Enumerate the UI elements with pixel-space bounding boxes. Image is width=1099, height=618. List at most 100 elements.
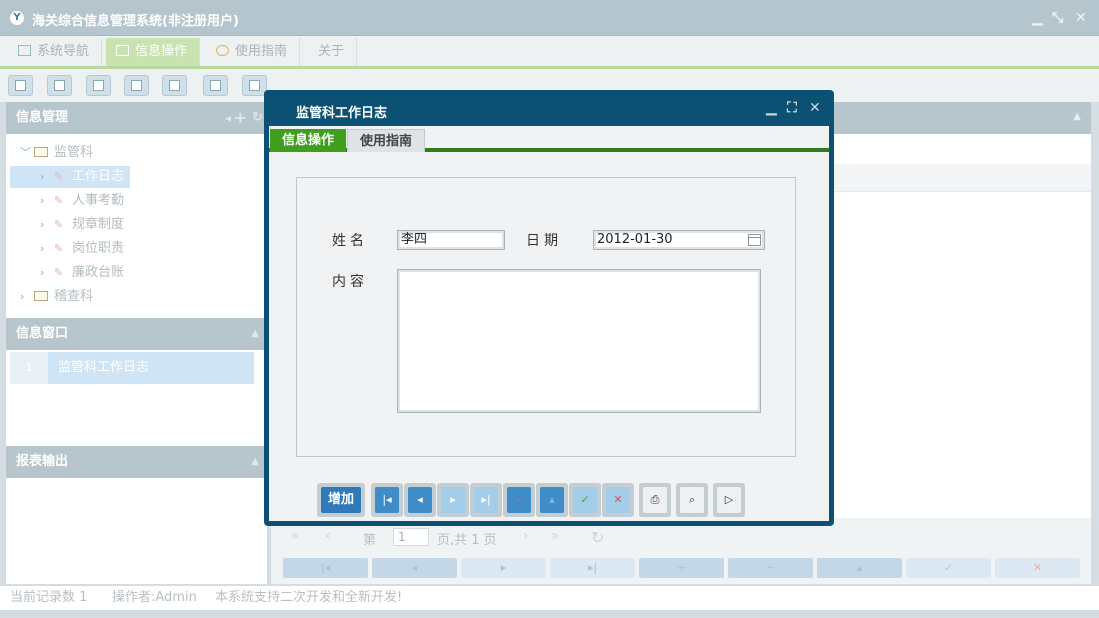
users-tool-button[interactable] (124, 75, 149, 96)
tree-node-label: 规章制度 (72, 217, 125, 232)
grid-cancel-button[interactable]: ✕ (995, 558, 1080, 578)
preview-button[interactable]: ⌕ (676, 483, 708, 517)
run-button[interactable]: ▷ (713, 483, 745, 517)
window-icon (169, 80, 180, 91)
tree-node-attendance[interactable]: › ✎ 人事考勤 (40, 190, 124, 212)
report-output-header[interactable]: 报表输出 ▲ (6, 446, 267, 478)
first-icon: |◂ (375, 487, 399, 513)
users-icon (131, 80, 142, 91)
first-record-button[interactable]: |◂ (371, 483, 403, 517)
minimize-icon[interactable]: ▁ (1032, 10, 1043, 26)
content-textarea[interactable] (397, 269, 761, 413)
page-number-input[interactable]: 1 (393, 528, 429, 546)
grid-first-button[interactable]: |◂ (283, 558, 368, 578)
document-icon (93, 80, 104, 91)
dialog-maximize-icon[interactable]: ⛶ (787, 100, 797, 116)
tab-user-guide[interactable]: 使用指南 (206, 38, 301, 66)
tab-label: 关于 (318, 44, 345, 59)
prev-icon: ◂ (408, 487, 432, 513)
printer-icon: ⎙ (643, 487, 667, 513)
first-page-icon[interactable]: « (291, 528, 300, 544)
list-tool-button[interactable] (47, 75, 72, 96)
dialog-tab-info-ops[interactable]: 信息操作 (270, 129, 347, 152)
wrench-icon: ✎ (54, 266, 64, 279)
grid-save-button[interactable]: ✓ (906, 558, 991, 578)
wrench-icon: ✎ (54, 170, 64, 183)
collapse-up-icon[interactable]: ▲ (251, 446, 259, 478)
restore-icon[interactable]: ⤡ (1052, 10, 1063, 26)
tree-node-work-log[interactable]: › ✎ 工作日志 (10, 166, 131, 188)
info-window-header[interactable]: 信息窗口 ▲ (6, 318, 267, 350)
chevron-right-icon: › (40, 170, 45, 183)
prev-record-button[interactable]: ◂ (404, 483, 436, 517)
panel-title: 信息管理 (16, 110, 69, 125)
last-icon: ▸| (474, 487, 498, 513)
grid-last-button[interactable]: ▸| (550, 558, 635, 578)
date-input[interactable]: 2012-01-30 (593, 230, 765, 250)
export-tool-button[interactable] (203, 75, 228, 96)
collapse-up-icon[interactable]: ▲ (251, 318, 259, 350)
name-input[interactable]: 李四 (397, 230, 505, 250)
refresh-icon[interactable]: ↻ (252, 102, 263, 134)
cancel-button[interactable]: ✕ (602, 483, 634, 517)
tree-node-label: 廉政台账 (72, 265, 125, 280)
tree-node-integrity[interactable]: › ✎ 廉政台账 (40, 262, 124, 284)
tree-node-jianguanke[interactable]: ﹀ 监管科 (20, 142, 93, 164)
grid-delete-button[interactable]: − (728, 558, 813, 578)
chevron-right-icon[interactable]: › (20, 286, 28, 308)
add-icon[interactable]: + (234, 102, 247, 134)
dialog-tab-user-guide[interactable]: 使用指南 (347, 129, 426, 152)
collapse-up-icon[interactable]: ▲ (1073, 111, 1081, 122)
add-button[interactable]: 增加 (317, 483, 365, 517)
grid-icon (116, 45, 129, 56)
wrench-icon: ✎ (54, 242, 64, 255)
tree-node-jichake[interactable]: › 稽查科 (20, 286, 93, 308)
main-menu: 系统导航 信息操作 使用指南 关于 (0, 36, 1099, 69)
dialog-title: 监管科工作日志 (296, 106, 388, 121)
last-record-button[interactable]: ▸| (470, 483, 502, 517)
info-window-item[interactable]: 1 监管科工作日志 (10, 352, 254, 384)
wrench-icon: ✎ (54, 218, 64, 231)
dialog-minimize-icon[interactable]: ▁ (766, 100, 777, 116)
tab-system-nav[interactable]: 系统导航 (8, 38, 103, 66)
grid-add-button[interactable]: + (639, 558, 724, 578)
last-page-icon[interactable]: » (551, 528, 560, 544)
page-prefix: 第 (363, 533, 377, 548)
window-tool-button[interactable] (162, 75, 187, 96)
dialog-close-icon[interactable]: ✕ (809, 100, 821, 116)
close-icon[interactable]: ✕ (1075, 10, 1087, 26)
refresh-icon[interactable]: ↻ (591, 528, 604, 547)
tree-node-label: 稽查科 (54, 289, 94, 304)
calendar-icon[interactable] (748, 234, 761, 246)
list-icon (54, 80, 65, 91)
tree-node-regulations[interactable]: › ✎ 规章制度 (40, 214, 124, 236)
tree-node-label: 监管科 (54, 145, 94, 160)
prev-page-icon[interactable]: ‹ (325, 528, 331, 544)
grid-next-button[interactable]: ▸ (461, 558, 546, 578)
wrench-icon: ✎ (54, 194, 64, 207)
print-button[interactable]: ⎙ (639, 483, 671, 517)
chevron-down-icon[interactable]: ﹀ (20, 142, 31, 164)
panel-title: 信息窗口 (16, 326, 69, 341)
edit-button[interactable]: ▴ (536, 483, 568, 517)
panel-title: 报表输出 (16, 454, 69, 469)
print-icon (249, 80, 260, 91)
search-tool-button[interactable] (8, 75, 33, 96)
tab-info-ops[interactable]: 信息操作 (106, 38, 201, 66)
save-button[interactable]: ✓ (569, 483, 601, 517)
tree-node-duties[interactable]: › ✎ 岗位职责 (40, 238, 124, 260)
tab-label: 使用指南 (235, 44, 288, 59)
tree-node-label: 岗位职责 (72, 241, 125, 256)
next-record-button[interactable]: ▸ (437, 483, 469, 517)
collapse-left-icon[interactable]: ◂ (225, 102, 231, 134)
name-label: 姓名 (332, 233, 368, 249)
grid-edit-button[interactable]: ▴ (817, 558, 902, 578)
delete-button[interactable]: − (503, 483, 535, 517)
search-icon (15, 80, 26, 91)
tab-about[interactable]: 关于 (308, 38, 358, 66)
page-suffix: 页,共 1 页 (437, 533, 497, 548)
next-page-icon[interactable]: › (523, 528, 529, 544)
dialog-tabs: 信息操作 使用指南 (269, 126, 829, 152)
grid-prev-button[interactable]: ◂ (372, 558, 457, 578)
document-tool-button[interactable] (86, 75, 111, 96)
